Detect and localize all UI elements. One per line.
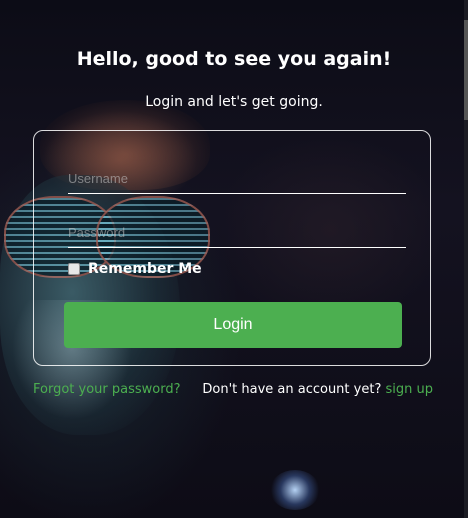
password-input[interactable]: [68, 217, 406, 247]
username-field-wrapper: [68, 163, 406, 194]
login-button[interactable]: Login: [64, 302, 402, 348]
password-field-wrapper: [68, 217, 406, 248]
page-title: Hello, good to see you again!: [76, 48, 392, 70]
signup-prompt: Don't have an account yet?: [202, 382, 382, 397]
background-light-glow: [270, 470, 320, 510]
scrollbar[interactable]: [464, 0, 468, 518]
remember-me-label: Remember Me: [88, 261, 202, 277]
forgot-password-link[interactable]: Forgot your password?: [33, 382, 181, 397]
login-form: Remember Me Login: [33, 130, 431, 366]
remember-me-checkbox[interactable]: [68, 263, 80, 275]
username-input[interactable]: [68, 163, 406, 193]
signup-link[interactable]: sign up: [386, 382, 434, 397]
page-subtitle: Login and let's get going.: [145, 94, 323, 110]
remember-me[interactable]: Remember Me: [68, 261, 202, 277]
signup-line: Don't have an account yet? sign up: [202, 382, 433, 397]
